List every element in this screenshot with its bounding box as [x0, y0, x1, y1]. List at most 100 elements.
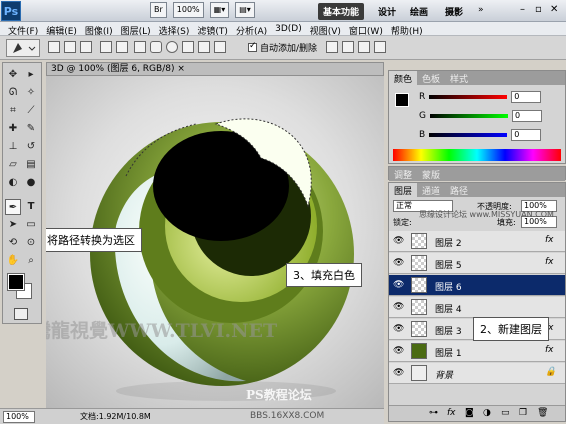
tab-adjustments[interactable]: 调整 [389, 167, 417, 181]
callout-step-3: 3、填充白色 [286, 263, 362, 287]
healing-brush-icon[interactable]: ✚ [5, 121, 21, 137]
link-layers-icon[interactable]: ⊶ [429, 408, 438, 418]
document-info[interactable]: 文档:1.92M/10.8M [80, 411, 151, 422]
gradient-tool-icon[interactable]: ▤ [23, 157, 39, 173]
path-intersect-icon[interactable] [358, 41, 370, 53]
auto-add-delete-checkbox[interactable] [248, 41, 257, 52]
polygon-icon[interactable] [182, 41, 194, 53]
line-icon[interactable] [198, 41, 210, 53]
color-spectrum[interactable] [393, 149, 561, 161]
tab-masks[interactable]: 蒙版 [417, 167, 445, 181]
new-layer-icon[interactable]: ❐ [519, 408, 527, 418]
blue-value[interactable]: 0 [511, 129, 542, 141]
eyedropper-icon[interactable]: ⟋ [23, 103, 39, 119]
clone-stamp-icon[interactable]: ⊥ [5, 139, 21, 155]
fx-icon[interactable]: fx [545, 235, 554, 245]
visibility-eye-icon[interactable]: 👁 [393, 324, 404, 334]
red-value[interactable]: 0 [511, 91, 542, 103]
paths-icon[interactable] [64, 41, 76, 53]
tab-swatches[interactable]: 色板 [417, 71, 445, 85]
history-brush-icon[interactable]: ↺ [23, 139, 39, 155]
workspace-painting[interactable]: 绘画 [405, 3, 433, 20]
close-icon[interactable]: ✕ [550, 4, 558, 15]
layer-row-selected[interactable]: 👁 图层 6 [389, 275, 565, 296]
layer-row[interactable]: 👁 背景 🔒 [389, 363, 565, 384]
type-tool-icon[interactable]: T [23, 199, 39, 215]
layer-thumbnail [411, 365, 427, 381]
arrange-icon[interactable]: ▤▾ [235, 2, 255, 18]
red-slider[interactable] [429, 95, 508, 99]
workspace-essentials[interactable]: 基本功能 [318, 3, 365, 20]
fx-icon[interactable]: fx [545, 345, 554, 355]
tab-styles[interactable]: 样式 [445, 71, 473, 85]
blur-tool-icon[interactable]: ◐ [5, 175, 21, 191]
adjustment-layer-icon[interactable]: ◑ [483, 408, 491, 418]
zoom-field[interactable]: 100% [3, 411, 35, 423]
quick-mask-icon[interactable] [14, 308, 28, 320]
workspace-design[interactable]: 设计 [373, 3, 401, 20]
visibility-eye-icon[interactable]: 👁 [393, 236, 404, 246]
auto-add-delete[interactable]: 自动添加/删除 [248, 41, 317, 54]
green-value[interactable]: 0 [511, 110, 542, 122]
layer-row[interactable]: 👁 图层 4 [389, 297, 565, 318]
visibility-eye-icon[interactable]: 👁 [393, 368, 404, 378]
crop-tool-icon[interactable]: ⌗ [5, 103, 21, 119]
document-canvas[interactable]: 1、将路径转换为选区 3、填充白色 騰龍視覺WWW.TLVI.NET PS教程论… [46, 76, 384, 408]
pen-tool-icon[interactable]: ✒ [5, 199, 21, 215]
visibility-eye-icon[interactable]: 👁 [393, 280, 404, 290]
blue-slider[interactable] [429, 133, 508, 137]
layer-thumbnail [411, 343, 427, 359]
tab-color[interactable]: 颜色 [389, 71, 418, 85]
3d-camera-icon[interactable]: ⊙ [23, 235, 39, 251]
visibility-eye-icon[interactable]: 👁 [393, 258, 404, 268]
3d-rotate-icon[interactable]: ⟲ [5, 235, 21, 251]
ellipse-icon[interactable] [166, 41, 178, 53]
visibility-eye-icon[interactable]: 👁 [393, 346, 404, 356]
shape-layers-icon[interactable] [48, 41, 60, 53]
tab-layers[interactable]: 图层 [389, 183, 418, 197]
rounded-rectangle-icon[interactable] [150, 41, 162, 53]
fill-pixels-icon[interactable] [80, 41, 92, 53]
dodge-tool-icon[interactable]: ● [23, 175, 39, 191]
workspace-photography[interactable]: 摄影 [440, 3, 468, 20]
pen-tool-preset[interactable] [6, 39, 40, 57]
visibility-eye-icon[interactable]: 👁 [393, 302, 404, 312]
add-style-icon[interactable]: fx [447, 408, 456, 418]
path-add-icon[interactable] [326, 41, 338, 53]
zoom-select[interactable]: 100% [172, 2, 204, 18]
view-extras-icon[interactable]: ▦▾ [209, 2, 230, 18]
custom-shape-icon[interactable] [214, 41, 226, 53]
path-exclude-icon[interactable] [374, 41, 386, 53]
delete-layer-icon[interactable]: 🗑 [537, 408, 548, 418]
eraser-tool-icon[interactable]: ▱ [5, 157, 21, 173]
shape-tool-icon[interactable]: ▭ [23, 217, 39, 233]
path-selection-icon[interactable]: ➤ [5, 217, 21, 233]
magic-wand-icon[interactable]: ✧ [23, 85, 39, 101]
rectangle-icon[interactable] [134, 41, 146, 53]
fx-icon[interactable]: fx [545, 257, 554, 267]
zoom-tool-icon[interactable]: ⌕ [23, 253, 39, 269]
document-tab[interactable]: 3D @ 100% (图层 6, RGB/8) × [46, 62, 384, 76]
lasso-tool-icon[interactable]: ᘏ [5, 85, 21, 101]
color-fg-swatch[interactable] [395, 93, 409, 107]
tab-channels[interactable]: 通道 [417, 183, 445, 197]
foreground-color-swatch[interactable] [7, 273, 25, 291]
move-tool-icon[interactable]: ✥ [5, 67, 21, 83]
green-slider[interactable] [429, 114, 508, 118]
new-group-icon[interactable]: ▭ [501, 408, 510, 418]
restore-icon[interactable]: ▫ [535, 4, 542, 15]
brush-tool-icon[interactable]: ✎ [23, 121, 39, 137]
tab-paths[interactable]: 路径 [445, 183, 473, 197]
add-mask-icon[interactable]: ◙ [465, 408, 474, 418]
hand-tool-icon[interactable]: ✋ [5, 253, 21, 269]
path-subtract-icon[interactable] [342, 41, 354, 53]
pen-mode-icon[interactable] [100, 41, 112, 53]
workspace-more-icon[interactable]: » [478, 5, 484, 15]
layer-row[interactable]: 👁 图层 5 fx [389, 253, 565, 274]
move-arrow-icon[interactable]: ▸ [23, 67, 39, 83]
minimize-icon[interactable]: – [520, 4, 525, 15]
bridge-icon[interactable]: Br [150, 2, 167, 18]
freeform-pen-icon[interactable] [116, 41, 128, 53]
layer-row[interactable]: 👁 图层 1 fx [389, 341, 565, 362]
layer-row[interactable]: 👁 图层 2 fx [389, 231, 565, 252]
